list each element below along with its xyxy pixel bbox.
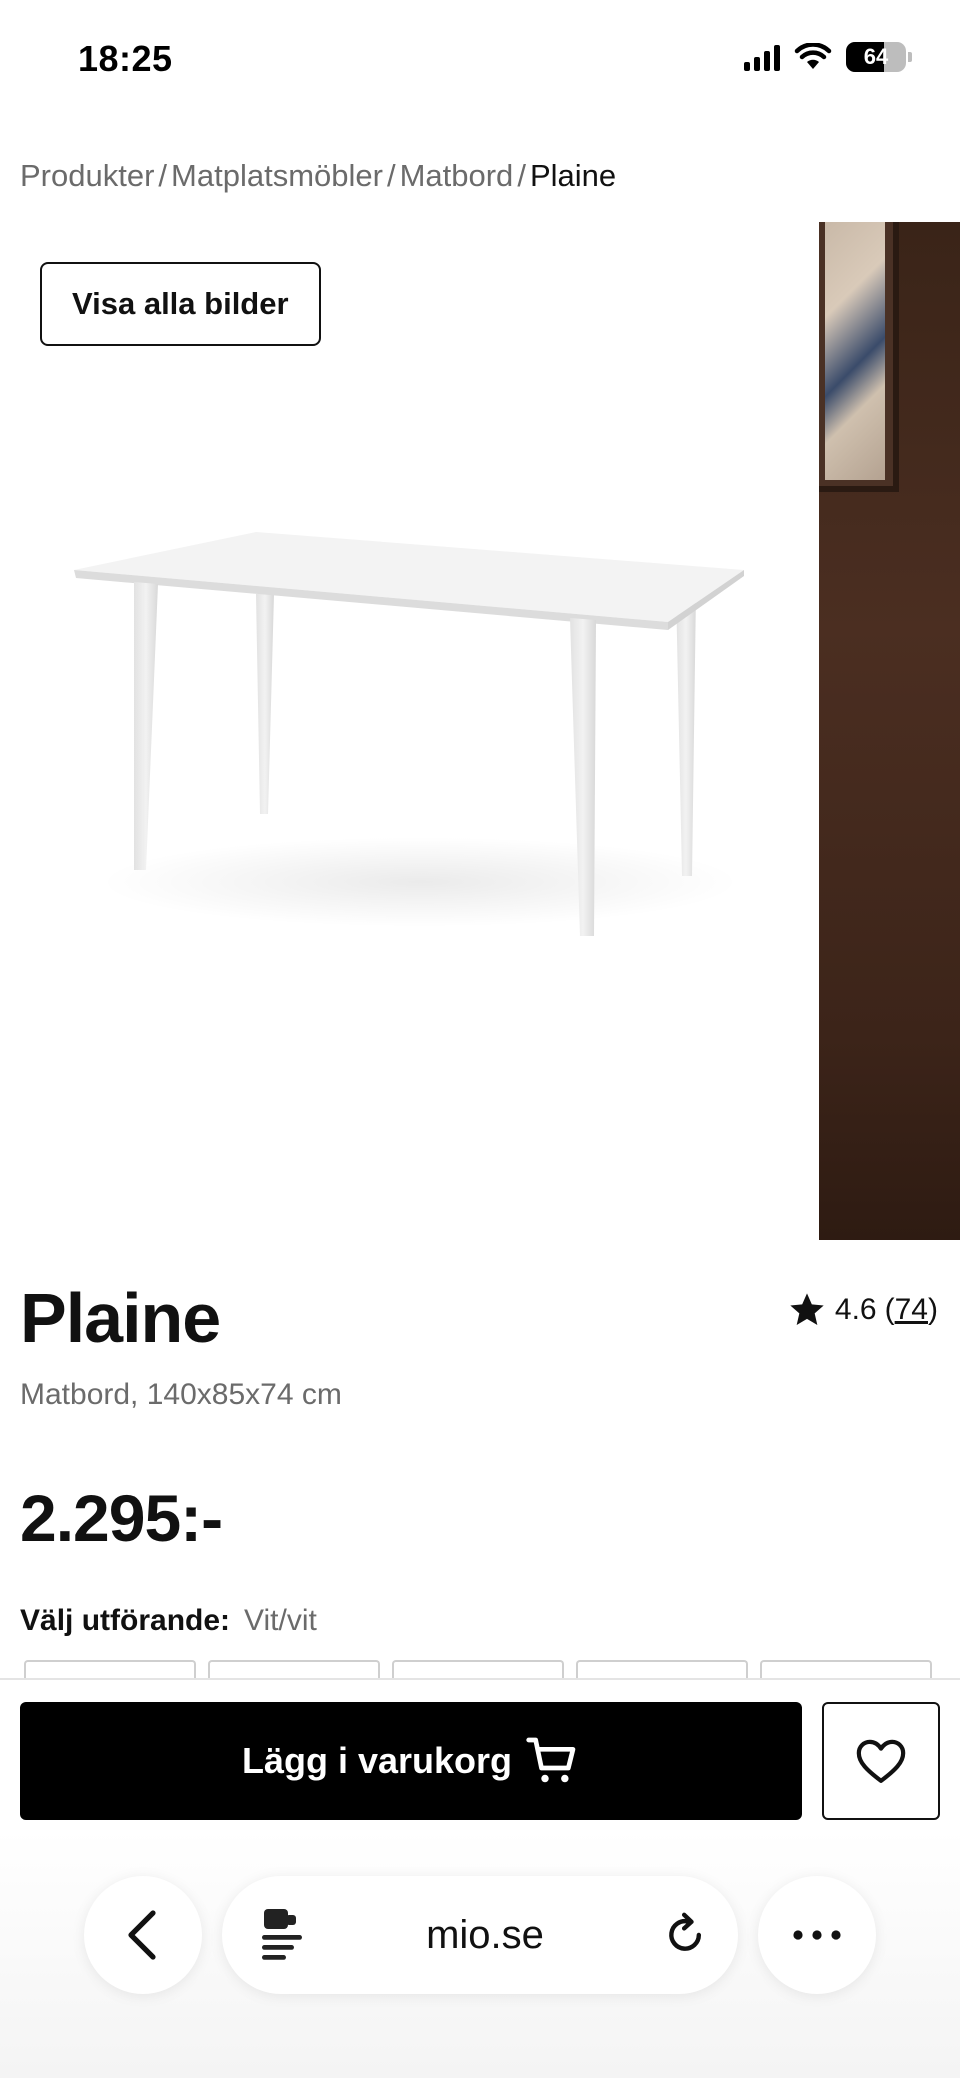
status-bar: 18:25 64 (0, 0, 960, 120)
url-text: mio.se (426, 1912, 544, 1957)
breadcrumb-separator: / (386, 158, 396, 193)
review-count-link[interactable]: 74 (895, 1293, 928, 1326)
sticky-action-bar: Lägg i varukorg (0, 1678, 960, 1830)
breadcrumb-item-produkter[interactable]: Produkter (20, 158, 154, 194)
review-count-wrapper: (74) (884, 1293, 938, 1326)
cellular-signal-icon (744, 43, 780, 71)
variant-swatch[interactable] (760, 1660, 932, 1680)
breadcrumb-separator: / (158, 158, 168, 193)
battery-tip (908, 52, 912, 62)
browser-more-button[interactable] (758, 1876, 876, 1994)
wishlist-button[interactable] (822, 1702, 940, 1820)
variant-swatch[interactable] (24, 1660, 196, 1680)
variant-selector-row: Välj utförande: Vit/vit (20, 1604, 317, 1638)
variant-swatches (24, 1660, 932, 1680)
add-to-cart-label: Lägg i varukorg (241, 1740, 513, 1781)
wifi-icon (794, 43, 832, 69)
breadcrumb: Produkter / Matplatsmöbler / Matbord / P… (20, 158, 616, 194)
reload-icon[interactable] (664, 1911, 708, 1959)
variant-swatch[interactable] (392, 1660, 564, 1680)
heart-icon (856, 1739, 906, 1783)
battery-level: 64 (863, 44, 889, 69)
variant-label: Välj utförande: (20, 1604, 231, 1637)
more-icon (793, 1930, 841, 1940)
product-subtitle: Matbord, 140x85x74 cm (20, 1378, 342, 1411)
breadcrumb-item-matplatsmobler[interactable]: Matplatsmöbler (171, 158, 383, 194)
battery-icon: 64 (846, 42, 906, 72)
add-to-cart-button[interactable]: Lägg i varukorg (20, 1702, 802, 1820)
table-illustration (74, 532, 744, 936)
page-menu-icon[interactable] (258, 1907, 306, 1963)
browser-url-bar[interactable]: mio.se (222, 1876, 738, 1994)
breadcrumb-separator: / (517, 158, 526, 193)
chevron-left-icon (128, 1910, 156, 1960)
wall-art-frame (819, 222, 899, 492)
browser-toolbar: mio.se (0, 1830, 960, 2078)
breadcrumb-current: Plaine (529, 158, 617, 193)
wall-art (825, 222, 885, 480)
star-icon (790, 1293, 824, 1325)
browser-back-button[interactable] (84, 1876, 202, 1994)
variant-value: Vit/vit (244, 1604, 317, 1637)
cart-icon (526, 1737, 576, 1783)
product-price: 2.295:- (20, 1481, 223, 1555)
product-title: Plaine (20, 1279, 221, 1357)
variant-swatch[interactable] (576, 1660, 748, 1680)
view-all-images-button[interactable]: Visa alla bilder (40, 262, 321, 346)
rating-value: 4.6 (834, 1293, 877, 1326)
breadcrumb-item-matbord[interactable]: Matbord (400, 158, 514, 194)
product-image[interactable] (0, 222, 818, 1240)
product-rating[interactable]: 4.6 (74) (787, 1290, 938, 1330)
product-gallery[interactable]: Visa alla bilder (0, 222, 960, 1240)
status-time: 18:25 (78, 38, 173, 79)
variant-swatch[interactable] (208, 1660, 380, 1680)
next-product-image[interactable] (819, 222, 960, 1240)
status-icons: 64 (744, 42, 912, 72)
